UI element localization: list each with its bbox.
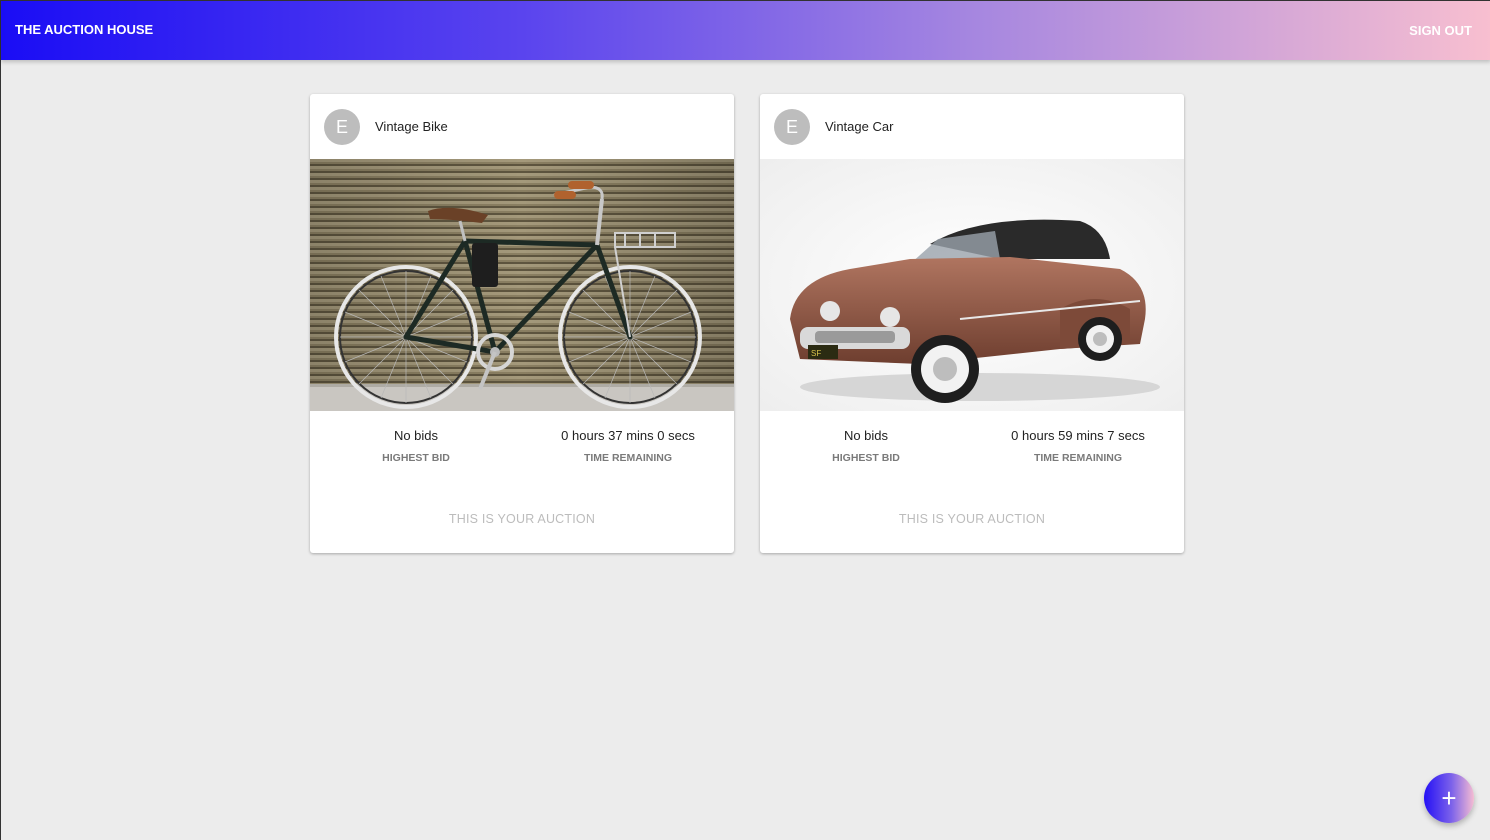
highest-bid: No bids HIGHEST BID — [310, 428, 522, 464]
car-photo: SF — [760, 159, 1184, 411]
card-header: E Vintage Bike — [310, 94, 734, 159]
auction-stats: No bids HIGHEST BID 0 hours 37 mins 0 se… — [310, 411, 734, 471]
highest-bid-value: No bids — [843, 428, 889, 443]
time-remaining: 0 hours 37 mins 0 secs TIME REMAINING — [522, 428, 734, 464]
time-remaining-value: 0 hours 37 mins 0 secs — [561, 428, 695, 443]
auction-card: E Vintage Car SF No bids HIGHEST BID 0 h… — [760, 94, 1184, 553]
auction-title: Vintage Bike — [375, 119, 448, 134]
time-remaining-label: TIME REMAINING — [583, 452, 673, 464]
car-image: SF — [760, 159, 1184, 411]
auction-title: Vintage Car — [825, 119, 894, 134]
app-frame: THE AUCTION HOUSE SIGN OUT E Vintage Bik… — [0, 0, 1490, 840]
app-bar: THE AUCTION HOUSE SIGN OUT — [1, 1, 1490, 60]
time-remaining-value: 0 hours 59 mins 7 secs — [1011, 428, 1145, 443]
avatar: E — [324, 109, 360, 145]
time-remaining-label: TIME REMAINING — [1033, 452, 1123, 464]
highest-bid-label: HIGHEST BID — [382, 452, 450, 464]
your-auction-button[interactable]: THIS IS YOUR AUCTION — [760, 512, 1184, 526]
sign-out-button[interactable]: SIGN OUT — [1409, 23, 1472, 38]
time-remaining: 0 hours 59 mins 7 secs TIME REMAINING — [972, 428, 1184, 464]
bicycle-photo — [310, 159, 734, 411]
highest-bid: No bids HIGHEST BID — [760, 428, 972, 464]
auction-stats: No bids HIGHEST BID 0 hours 59 mins 7 se… — [760, 411, 1184, 471]
card-header: E Vintage Car — [760, 94, 1184, 159]
highest-bid-label: HIGHEST BID — [832, 452, 900, 464]
auction-card: E Vintage Bike No bids HIGHEST BID 0 hou… — [310, 94, 734, 553]
svg-text:SF: SF — [811, 349, 821, 358]
app-title[interactable]: THE AUCTION HOUSE — [15, 22, 153, 37]
highest-bid-value: No bids — [393, 428, 439, 443]
plus-icon: + — [1441, 783, 1457, 813]
avatar: E — [774, 109, 810, 145]
add-auction-button[interactable]: + — [1424, 773, 1474, 823]
bike-image — [310, 159, 734, 411]
your-auction-button[interactable]: THIS IS YOUR AUCTION — [310, 512, 734, 526]
